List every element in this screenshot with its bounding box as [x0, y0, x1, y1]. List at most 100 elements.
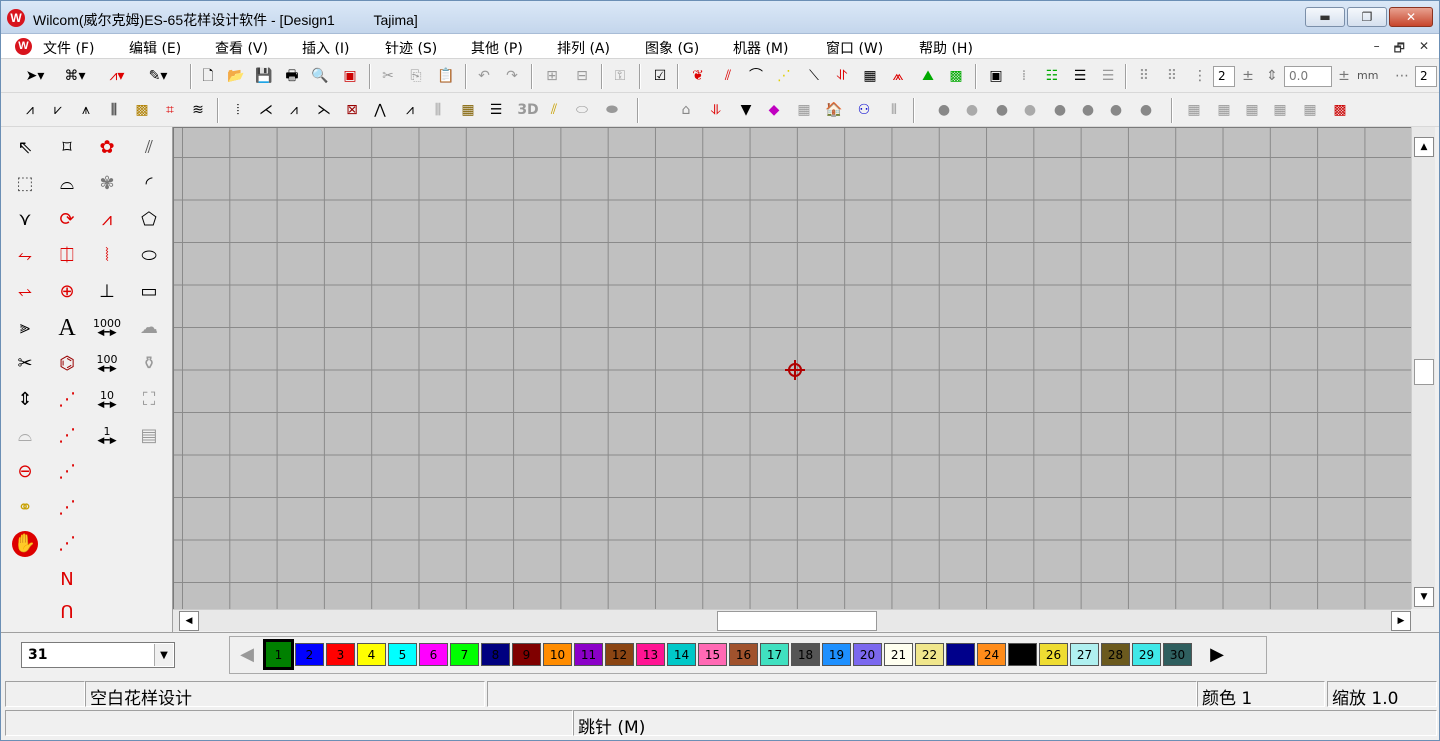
knife-icon[interactable]: ⫸	[9, 312, 41, 344]
color-swatch-15[interactable]: 15	[698, 643, 727, 666]
mdi-minimize-button[interactable]: –	[1374, 39, 1380, 60]
maximize-button[interactable]: ❐	[1347, 7, 1387, 27]
color-swatch-12[interactable]: 12	[605, 643, 634, 666]
stitch-tool-icon[interactable]: ⩘▾	[99, 65, 135, 87]
hoop-tool-5-icon[interactable]: ▦	[1299, 99, 1321, 121]
stitch-angle-icon[interactable]: ⦙	[227, 99, 249, 121]
oval-cut-icon[interactable]: ⊖	[9, 456, 41, 488]
title-bar[interactable]: W Wilcom(威尔克姆)ES-65花样设计软件 - [Design1 Taj…	[1, 1, 1439, 34]
color-swatch-24[interactable]: 24	[977, 643, 1006, 666]
people-icon[interactable]: ⚇	[853, 99, 875, 121]
run-line-1-icon[interactable]: ⋰	[51, 384, 83, 416]
run-line-2-icon[interactable]: ⋰	[51, 420, 83, 452]
curve-node-icon[interactable]: ⌓	[51, 168, 83, 200]
density-stepper-icon[interactable]: ±	[1333, 65, 1355, 87]
palette-next-icon[interactable]: ▶	[1202, 641, 1232, 668]
color-swatch-20[interactable]: 20	[853, 643, 882, 666]
sequence-list-icon[interactable]: ☰	[1097, 65, 1119, 87]
checkbox-icon[interactable]: ☑	[649, 65, 671, 87]
color-swatch-23[interactable]: 23	[946, 643, 975, 666]
close-button[interactable]: ✕	[1389, 7, 1433, 27]
palette-prev-icon[interactable]: ◀	[232, 641, 262, 668]
grid-lines-icon[interactable]: ⁞	[1013, 65, 1035, 87]
menu-file[interactable]: 文件 (F)	[43, 38, 94, 58]
vertical-arrows-icon[interactable]: ⇕	[9, 384, 41, 416]
lock-icon[interactable]: ⚿	[609, 65, 631, 87]
run-line-4-icon[interactable]: ⋰	[51, 492, 83, 524]
reshape-node-icon[interactable]: ⌑	[51, 132, 83, 164]
travel-1000-button[interactable]: 1000 ◀━▶	[89, 312, 125, 344]
polygon-select-icon[interactable]: ⬚	[9, 168, 41, 200]
design-canvas[interactable]	[173, 127, 1411, 609]
contour-stitch-icon[interactable]: ⩘	[283, 99, 305, 121]
cut-icon[interactable]: ✂	[377, 65, 399, 87]
object-tool-2-icon[interactable]: ●	[961, 99, 983, 121]
gradient-fill-icon[interactable]: ⫽	[543, 99, 565, 121]
emboss-icon[interactable]: ⬭	[571, 99, 593, 121]
grayed-document-icon[interactable]: ▤	[133, 420, 165, 452]
show-connectors-icon[interactable]: ⋰	[773, 65, 795, 87]
scissors-icon[interactable]: ✂	[9, 348, 41, 380]
color-swatch-29[interactable]: 29	[1132, 643, 1161, 666]
fill-pattern-icon[interactable]: ▩	[131, 99, 153, 121]
minimize-button[interactable]: ▬	[1305, 7, 1345, 27]
stop-icon[interactable]: ✋	[12, 531, 38, 557]
satin-stitch-icon[interactable]: ⩘	[19, 99, 41, 121]
show-outlines-icon[interactable]: ⫽	[717, 65, 739, 87]
stitch-list-icon[interactable]: ☷	[1041, 65, 1063, 87]
open-file-icon[interactable]: 📂	[225, 65, 247, 87]
ellipse-icon[interactable]: ⬭	[133, 240, 165, 272]
stepper-icon[interactable]: ±	[1237, 65, 1259, 87]
object-tool-4-icon[interactable]: ●	[1019, 99, 1041, 121]
reshape-icon[interactable]: ⌘▾	[57, 65, 93, 87]
object-tool-1-icon[interactable]: ●	[933, 99, 955, 121]
scroll-left-button[interactable]: ◀	[179, 611, 199, 631]
closed-path-icon[interactable]: ᑎ	[51, 597, 83, 629]
design-properties-icon[interactable]: ▣	[339, 65, 361, 87]
turning-stitch-icon[interactable]: ⋌	[255, 99, 277, 121]
image-icon[interactable]: ▣	[985, 65, 1007, 87]
stitch-spacing-icon[interactable]: ⋮	[1189, 65, 1211, 87]
color-swatch-10[interactable]: 10	[543, 643, 572, 666]
house-icon[interactable]: 🏠	[823, 99, 845, 121]
stitch-edit-icon[interactable]: ⥊	[9, 240, 41, 272]
paste-icon[interactable]: 📋	[435, 65, 457, 87]
grayed-image-icon[interactable]: ⛶	[133, 384, 165, 416]
run-line-3-icon[interactable]: ⋰	[51, 456, 83, 488]
object-tool-8-icon[interactable]: ●	[1135, 99, 1157, 121]
satin-column-icon[interactable]: ⩘	[91, 204, 123, 236]
density-field[interactable]: 0.0	[1284, 66, 1332, 87]
horizontal-scroll-thumb[interactable]	[717, 611, 877, 631]
spring-icon[interactable]: ⦚	[91, 240, 123, 272]
parallel-lines-icon[interactable]: ⫽	[133, 132, 165, 164]
color-swatch-18[interactable]: 18	[791, 643, 820, 666]
color-swatch-8[interactable]: 8	[481, 643, 510, 666]
color-swatch-14[interactable]: 14	[667, 643, 696, 666]
show-grid-icon[interactable]: ▦	[859, 65, 881, 87]
lines-icon[interactable]: ☰	[485, 99, 507, 121]
needle-step-icon[interactable]: ⊥	[91, 276, 123, 308]
arc-icon[interactable]: ◜	[133, 168, 165, 200]
color-wheel-icon[interactable]: ▩	[1329, 99, 1351, 121]
flower-motif-icon[interactable]: ✿	[91, 132, 123, 164]
color-swatch-25[interactable]: 25	[1008, 643, 1037, 666]
print-icon[interactable]: 🖶	[281, 65, 303, 87]
color-swatch-28[interactable]: 28	[1101, 643, 1130, 666]
right-value-field[interactable]: 2	[1415, 66, 1437, 87]
travel-1-button[interactable]: 1 ◀━▶	[91, 420, 123, 452]
show-stitches-icon[interactable]: ❦	[687, 65, 709, 87]
radial-fill-icon[interactable]: ⋋	[313, 99, 335, 121]
travel-10-button[interactable]: 10 ◀━▶	[91, 384, 123, 416]
stitch-effects-icon[interactable]: ▦	[793, 99, 815, 121]
run-line-5-icon[interactable]: ⋰	[51, 528, 83, 560]
menu-insert[interactable]: 插入 (I)	[302, 38, 350, 58]
color-swatch-21[interactable]: 21	[884, 643, 913, 666]
open-path-icon[interactable]: N	[51, 564, 83, 596]
menu-view[interactable]: 查看 (V)	[215, 38, 268, 58]
funnel-icon[interactable]: ▼	[735, 99, 757, 121]
color-swatch-19[interactable]: 19	[822, 643, 851, 666]
hoop-tool-4-icon[interactable]: ▦	[1269, 99, 1291, 121]
combo-dropdown-icon[interactable]: ▼	[154, 644, 173, 666]
show-needle-points-icon[interactable]: ⟍	[803, 65, 825, 87]
color-swatch-4[interactable]: 4	[357, 643, 386, 666]
